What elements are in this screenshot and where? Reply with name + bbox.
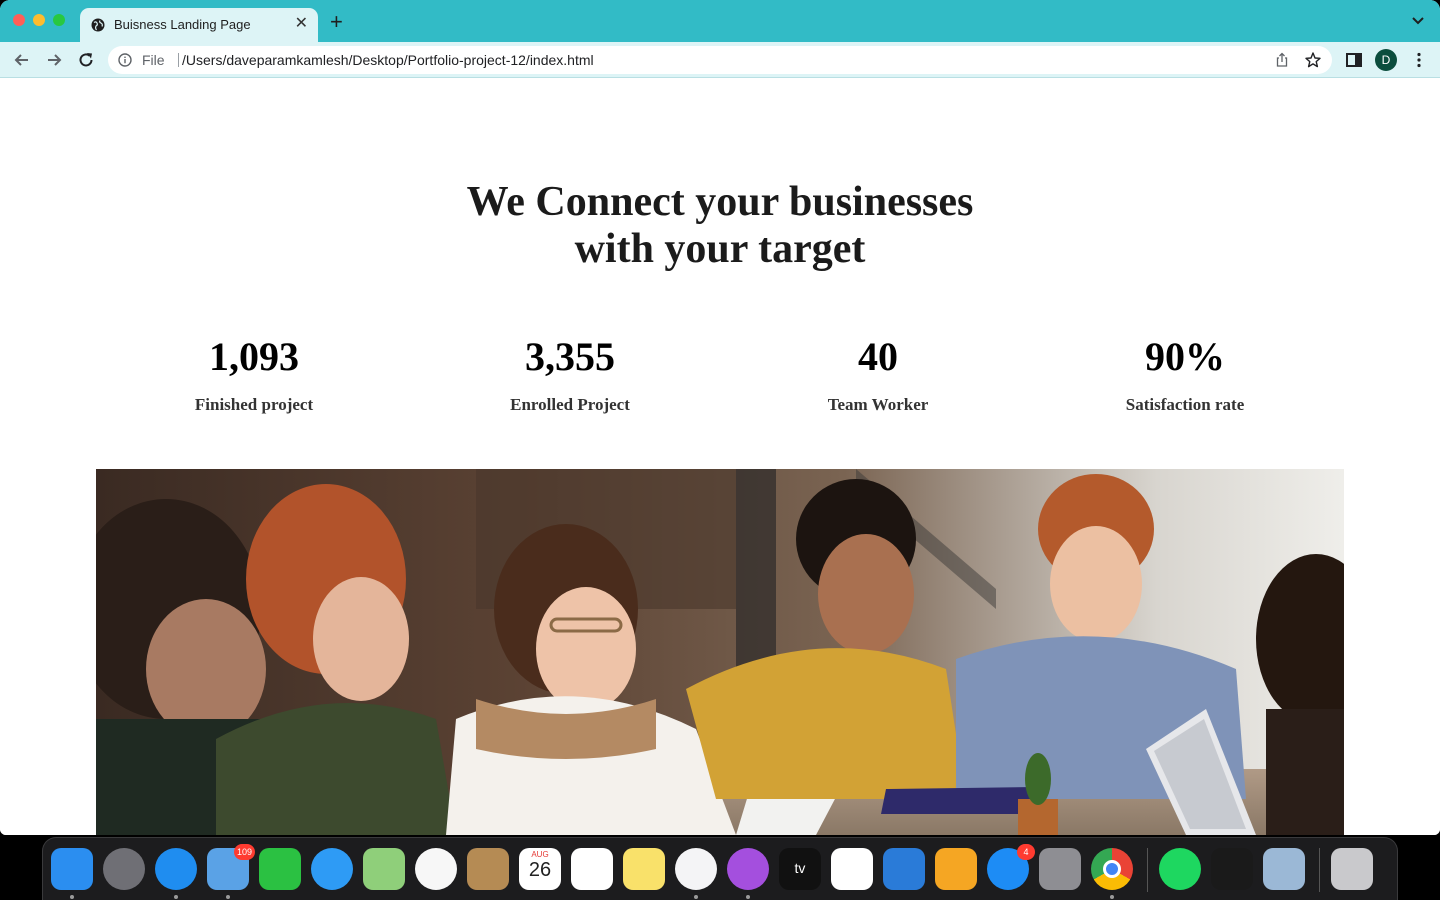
new-tab-button[interactable]: + — [330, 11, 343, 33]
pages-icon[interactable] — [935, 848, 977, 890]
back-arrow-icon[interactable] — [12, 50, 32, 70]
stat-team-workers: 40 Team Worker — [728, 335, 1028, 415]
running-indicator — [1110, 895, 1114, 899]
terminal-icon[interactable] — [1211, 848, 1253, 890]
browser-window: Buisness Landing Page ✕ + File /Users/da… — [0, 0, 1440, 835]
running-indicator — [694, 895, 698, 899]
safari-icon[interactable] — [155, 848, 197, 890]
running-indicator — [746, 895, 750, 899]
url-text[interactable]: /Users/daveparamkamlesh/Desktop/Portfoli… — [182, 52, 594, 68]
contacts-icon[interactable] — [467, 848, 509, 890]
team-photo — [96, 469, 1344, 835]
side-panel-icon[interactable] — [1345, 51, 1363, 69]
stat-finished-projects: 1,093 Finished project — [104, 335, 404, 415]
tab-title: Buisness Landing Page — [114, 17, 251, 32]
stat-satisfaction-rate: 90% Satisfaction rate — [1035, 335, 1335, 415]
stat-enrolled-projects: 3,355 Enrolled Project — [420, 335, 720, 415]
system-preferences-icon[interactable] — [1039, 848, 1081, 890]
stat-label: Finished project — [194, 395, 314, 414]
notification-badge: 109 — [233, 844, 255, 860]
facetime-icon[interactable] — [259, 848, 301, 890]
running-indicator — [70, 895, 74, 899]
stat-value: 1,093 — [209, 334, 299, 379]
stat-label: Satisfaction rate — [1125, 395, 1245, 414]
share-icon[interactable] — [1274, 52, 1290, 68]
numbers-icon[interactable] — [831, 848, 873, 890]
hero-title-line1: We Connect your businesses — [466, 179, 974, 225]
minimize-window-button[interactable] — [33, 14, 45, 26]
trash-icon[interactable] — [1331, 848, 1373, 890]
web-page: We Connect your businesses with your tar… — [0, 79, 1440, 835]
stat-label: Enrolled Project — [510, 395, 630, 414]
stat-label: Team Worker — [827, 395, 929, 414]
tab-strip: Buisness Landing Page ✕ + — [0, 0, 1440, 42]
tab-active[interactable]: Buisness Landing Page ✕ — [80, 8, 318, 42]
tab-search-chevron-icon[interactable] — [1412, 16, 1424, 26]
notes-icon[interactable] — [623, 848, 665, 890]
more-menu-icon[interactable] — [1410, 51, 1428, 69]
hero-title-line2: with your target — [574, 226, 866, 272]
profile-avatar[interactable]: D — [1375, 49, 1397, 71]
chrome-icon[interactable] — [1091, 848, 1133, 890]
calendar-icon[interactable]: AUG 26 — [519, 848, 561, 890]
keynote-icon[interactable] — [883, 848, 925, 890]
bookmark-star-icon[interactable] — [1304, 51, 1322, 69]
stat-value: 90% — [1145, 334, 1225, 379]
messages-icon[interactable] — [311, 848, 353, 890]
url-divider — [178, 53, 179, 67]
browser-toolbar: File /Users/daveparamkamlesh/Desktop/Por… — [0, 42, 1440, 78]
tab-close-icon[interactable]: ✕ — [295, 15, 308, 33]
launchpad-icon[interactable] — [103, 848, 145, 890]
reload-icon[interactable] — [76, 50, 96, 70]
finder-icon[interactable] — [51, 848, 93, 890]
macos-dock: 109 AUG 26 tv 4 — [42, 837, 1398, 900]
url-scheme-label: File — [142, 52, 165, 68]
running-indicator — [174, 895, 178, 899]
close-window-button[interactable] — [13, 14, 25, 26]
preview-icon[interactable] — [1263, 848, 1305, 890]
running-indicator — [226, 895, 230, 899]
maps-icon[interactable] — [363, 848, 405, 890]
photos-icon[interactable] — [415, 848, 457, 890]
dock-separator — [1147, 848, 1148, 892]
tv-icon[interactable]: tv — [779, 848, 821, 890]
fullscreen-window-button[interactable] — [53, 14, 65, 26]
globe-icon — [91, 18, 105, 32]
reminders-icon[interactable] — [571, 848, 613, 890]
info-icon[interactable] — [118, 53, 132, 67]
hero-title: We Connect your businesses with your tar… — [370, 179, 1070, 273]
stat-value: 3,355 — [525, 334, 615, 379]
stat-value: 40 — [858, 334, 898, 379]
dock-separator — [1319, 848, 1320, 892]
app-store-icon[interactable]: 4 — [987, 844, 1035, 890]
music-icon[interactable] — [675, 848, 717, 890]
podcasts-icon[interactable] — [727, 848, 769, 890]
notification-badge: 4 — [1017, 844, 1035, 860]
spotify-icon[interactable] — [1159, 848, 1201, 890]
address-bar[interactable]: File /Users/daveparamkamlesh/Desktop/Por… — [108, 46, 1332, 74]
forward-arrow-icon[interactable] — [44, 50, 64, 70]
mail-icon[interactable]: 109 — [207, 844, 255, 890]
